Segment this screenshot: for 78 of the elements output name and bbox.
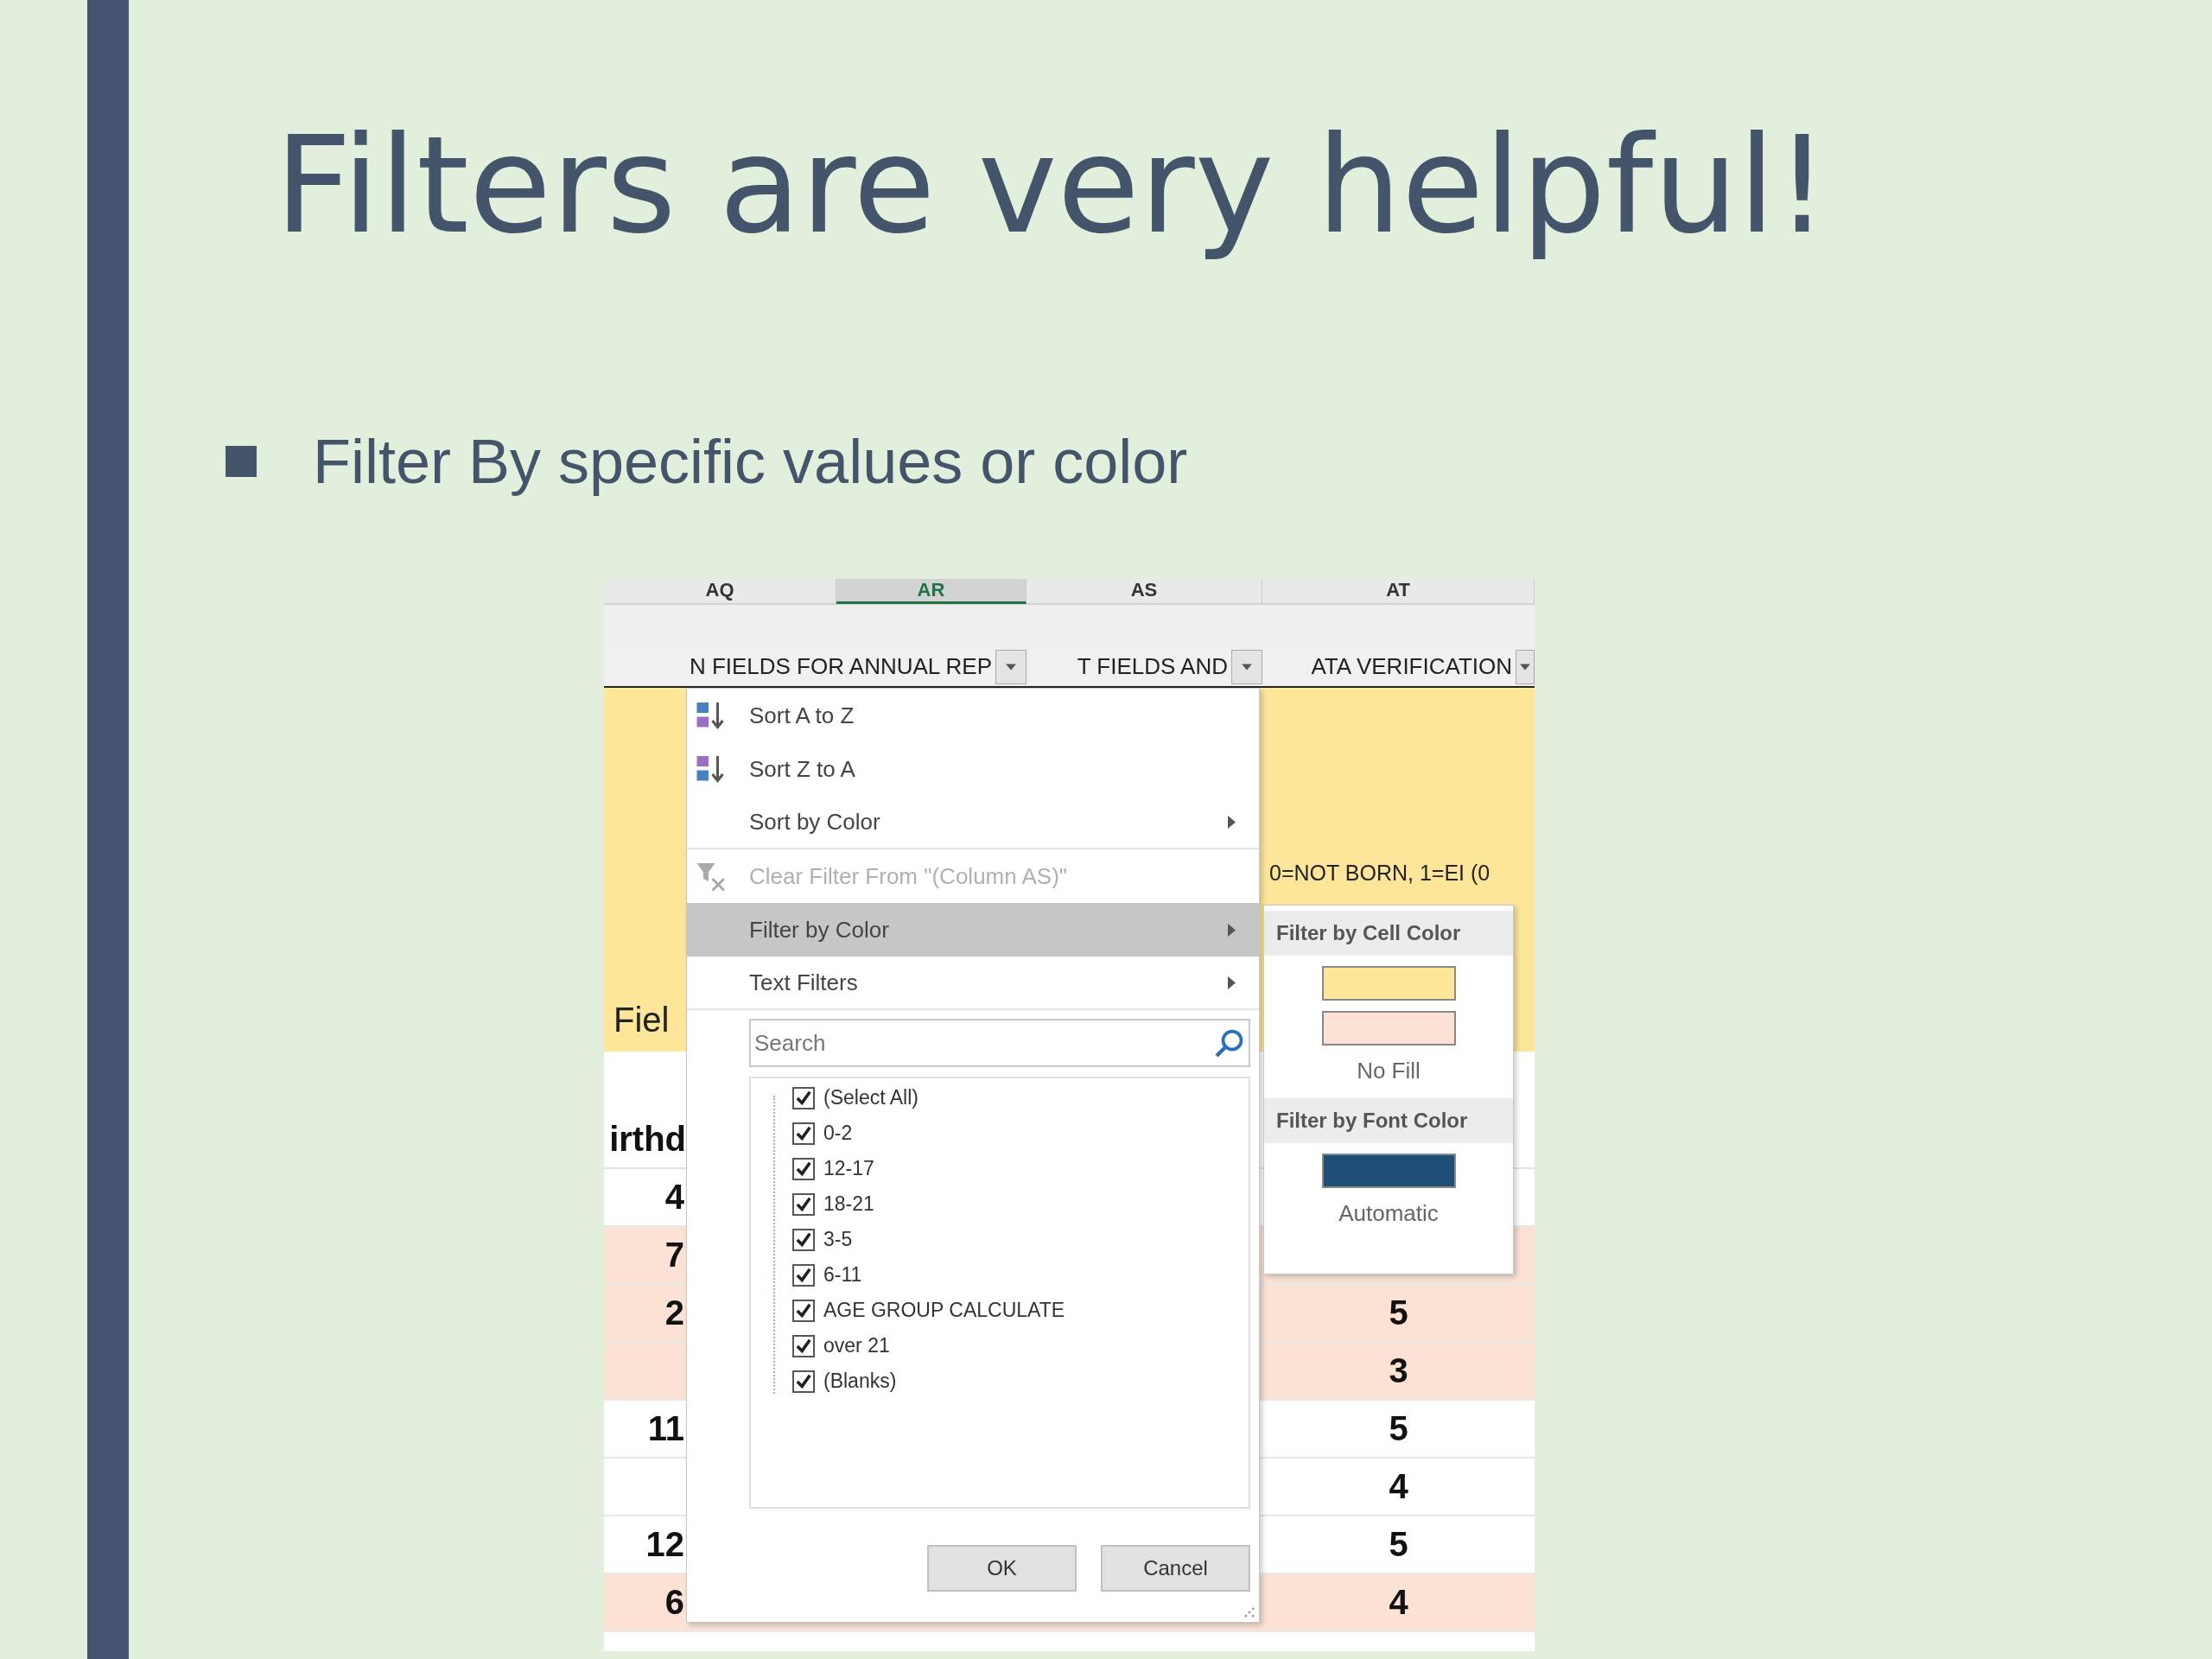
clear-filter-icon xyxy=(696,861,727,892)
checklist-item[interactable]: 6-11 xyxy=(792,1257,1249,1293)
checkmark-icon xyxy=(796,1267,811,1283)
checklist-item[interactable]: 3-5 xyxy=(792,1222,1249,1257)
submenu-arrow-icon xyxy=(1228,923,1236,937)
checkbox[interactable] xyxy=(792,1157,815,1180)
checklist-item[interactable]: (Select All) xyxy=(792,1080,1249,1116)
table-cell: 5 xyxy=(1389,1525,1408,1564)
column-title: ATA VERIFICATION xyxy=(1311,653,1513,680)
table-cell: 6 xyxy=(664,1583,684,1622)
checkmark-icon xyxy=(796,1090,811,1106)
table-cell: 5 xyxy=(1389,1294,1408,1332)
checklist-item[interactable]: (Blanks) xyxy=(792,1363,1249,1399)
search-field[interactable]: Search xyxy=(749,1019,1250,1067)
table-cell: 11 xyxy=(647,1409,684,1448)
column-title: T FIELDS AND xyxy=(1077,653,1229,680)
table-cell: 3 xyxy=(1389,1351,1408,1390)
checkmark-icon xyxy=(796,1373,811,1389)
menu-item[interactable]: Sort Z to A xyxy=(687,742,1259,796)
checkmark-icon xyxy=(796,1338,811,1354)
bullet-text: Filter By specific values or color xyxy=(313,426,1188,497)
checklist-item[interactable]: AGE GROUP CALCULATE xyxy=(792,1293,1249,1328)
checkmark-icon xyxy=(796,1231,811,1248)
submenu-heading: Filter by Cell Color xyxy=(1264,911,1513,956)
checkmark-icon xyxy=(796,1302,811,1319)
slide-title: Filters are very helpful! xyxy=(275,106,1829,265)
table-cell: irthd xyxy=(609,1120,686,1159)
submenu-arrow-icon xyxy=(1228,815,1236,829)
menu-item[interactable]: Sort A to Z xyxy=(687,689,1259,742)
checkmark-icon xyxy=(796,1196,811,1212)
table-cell: 12 xyxy=(645,1525,684,1564)
caret-icon xyxy=(1006,663,1016,671)
submenu-arrow-icon xyxy=(1228,976,1236,989)
menu-item[interactable]: Filter by Color xyxy=(687,903,1259,957)
checkbox[interactable] xyxy=(792,1370,815,1393)
checkbox[interactable] xyxy=(792,1228,815,1251)
menu-item[interactable]: Text Filters xyxy=(687,957,1259,1010)
filter-dropdown-button[interactable] xyxy=(1516,649,1535,684)
resize-grip-icon xyxy=(1243,1606,1255,1618)
menu-option[interactable]: Automatic xyxy=(1338,1200,1439,1227)
table-cell: 5 xyxy=(1389,1409,1408,1448)
checklist-item[interactable]: 18-21 xyxy=(792,1186,1249,1222)
color-swatch[interactable] xyxy=(1321,1154,1456,1188)
table-cell: 0=NOT BORN, 1=EI (0 xyxy=(1269,861,1491,885)
checkbox[interactable] xyxy=(792,1192,815,1216)
checkbox[interactable] xyxy=(792,1122,815,1145)
checkbox[interactable] xyxy=(792,1263,815,1287)
menu-option[interactable]: No Fill xyxy=(1357,1058,1421,1084)
bullet-marker xyxy=(226,446,257,477)
caret-icon xyxy=(1520,663,1530,671)
checkbox[interactable] xyxy=(792,1334,815,1357)
dialog-button[interactable]: OK xyxy=(927,1545,1077,1592)
dialog-button[interactable]: Cancel xyxy=(1101,1545,1250,1592)
caret-icon xyxy=(1242,663,1252,671)
checklist-item[interactable]: over 21 xyxy=(792,1328,1249,1363)
checkbox[interactable] xyxy=(792,1086,815,1109)
filter-dropdown-button[interactable] xyxy=(995,649,1027,684)
table-cell: Fiel xyxy=(613,1001,670,1039)
table-cell: 4 xyxy=(664,1178,684,1217)
color-swatch[interactable] xyxy=(1321,966,1456,1001)
table-cell: 2 xyxy=(664,1294,684,1332)
filter-dropdown-button[interactable] xyxy=(1231,649,1262,684)
menu-item[interactable]: Sort by Color xyxy=(687,796,1259,849)
checkmark-icon xyxy=(796,1160,811,1177)
checklist-item[interactable]: 0-2 xyxy=(792,1116,1249,1151)
column-title: N FIELDS FOR ANNUAL REP xyxy=(689,653,993,680)
submenu-heading: Filter by Font Color xyxy=(1264,1098,1513,1143)
checkmark-icon xyxy=(796,1125,811,1141)
table-cell: 4 xyxy=(1389,1583,1408,1622)
checkbox[interactable] xyxy=(792,1299,815,1322)
checklist-item[interactable]: 12-17 xyxy=(792,1151,1249,1186)
column-header[interactable]: AS xyxy=(1027,579,1262,604)
table-cell: 7 xyxy=(664,1236,684,1274)
column-header[interactable]: AR xyxy=(836,579,1027,604)
table-cell: 4 xyxy=(1389,1467,1408,1506)
color-swatch[interactable] xyxy=(1321,1011,1456,1046)
search-icon xyxy=(1214,1027,1245,1058)
column-header[interactable]: AT xyxy=(1262,579,1535,604)
